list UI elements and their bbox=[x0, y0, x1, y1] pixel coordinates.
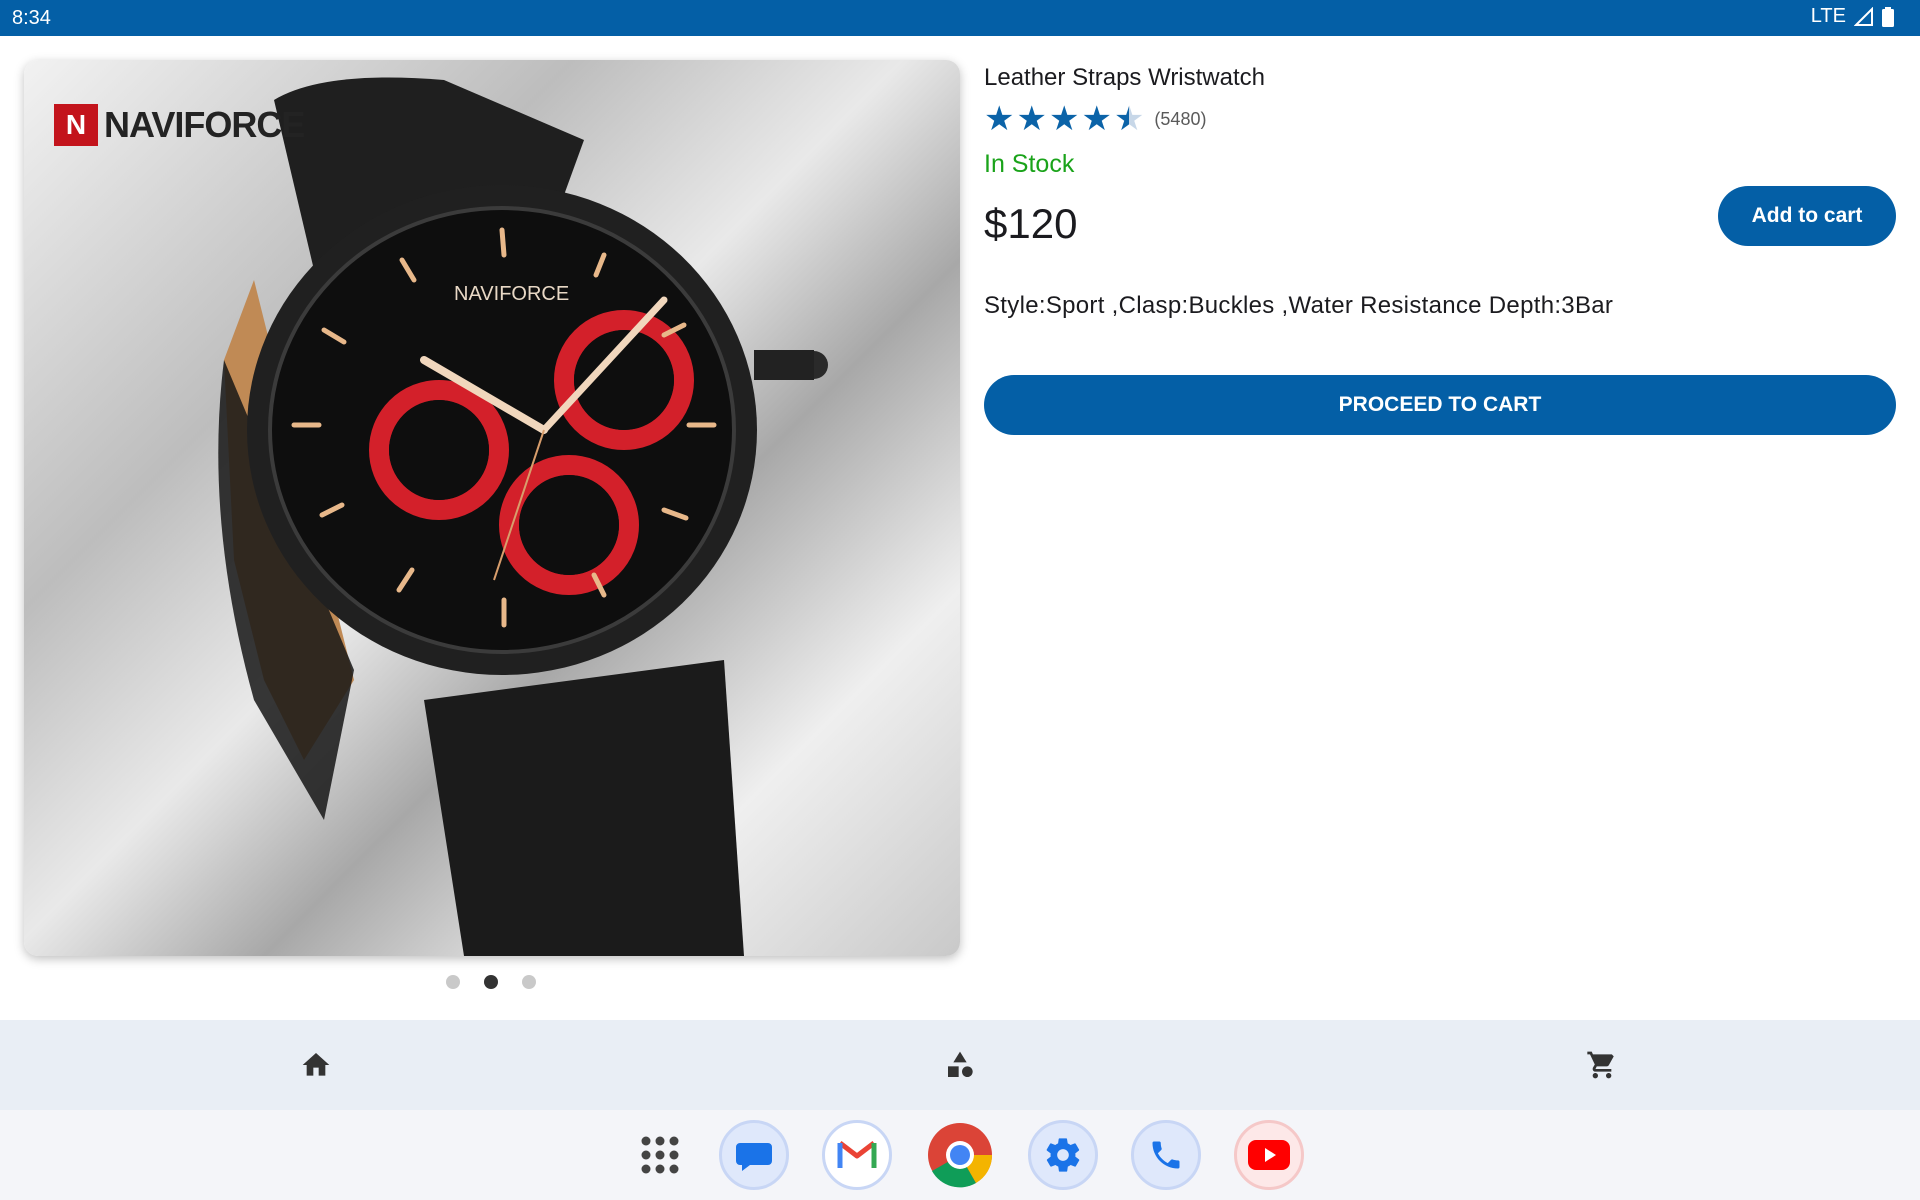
settings-app[interactable] bbox=[1028, 1120, 1098, 1190]
youtube-icon bbox=[1248, 1140, 1290, 1170]
star-icon: ★ bbox=[1016, 100, 1047, 138]
categories-icon bbox=[948, 1051, 973, 1077]
dial-brand-text: NAVIFORCE bbox=[454, 283, 569, 305]
phone-icon bbox=[1152, 1141, 1180, 1169]
app-dock bbox=[0, 1110, 1920, 1200]
app-drawer-button[interactable] bbox=[625, 1120, 695, 1190]
signal-icon bbox=[1854, 6, 1873, 26]
rating: ★★★★★ (5480) bbox=[984, 102, 1206, 136]
nav-cart[interactable] bbox=[1582, 1045, 1622, 1085]
chrome-icon bbox=[928, 1123, 993, 1188]
battery-icon bbox=[1882, 6, 1894, 27]
add-to-cart-button[interactable]: Add to cart bbox=[1718, 186, 1896, 246]
carousel-dot[interactable] bbox=[522, 975, 536, 989]
bottom-navigation bbox=[0, 1020, 1920, 1110]
status-icons: LTE bbox=[1811, 5, 1894, 28]
network-type: LTE bbox=[1810, 5, 1846, 27]
app-drawer-icon bbox=[641, 1136, 679, 1174]
chrome-app[interactable] bbox=[925, 1120, 995, 1190]
product-description: Style:Sport ,Clasp:Buckles ,Water Resist… bbox=[984, 292, 1614, 319]
star-icon: ★ bbox=[1048, 100, 1080, 138]
phone-app[interactable] bbox=[1131, 1120, 1201, 1190]
gmail-icon bbox=[837, 1141, 877, 1168]
rating-count: (5480) bbox=[1154, 108, 1207, 129]
price: $120 bbox=[984, 200, 1078, 247]
product-title: Leather Straps Wristwatch bbox=[984, 64, 1266, 91]
settings-icon bbox=[1046, 1138, 1080, 1172]
carousel-dot[interactable] bbox=[446, 975, 460, 989]
nav-home[interactable] bbox=[296, 1045, 336, 1085]
cart-icon bbox=[1587, 1051, 1614, 1079]
rating-stars: ★★★★★ bbox=[984, 102, 1146, 136]
youtube-app[interactable] bbox=[1234, 1120, 1304, 1190]
watch-illustration: NAVIFORCE bbox=[218, 77, 828, 956]
star-icon: ★ bbox=[984, 100, 1015, 138]
brand-logo-mark: N bbox=[54, 104, 98, 146]
home-icon bbox=[302, 1053, 330, 1076]
carousel-dot[interactable] bbox=[484, 975, 498, 989]
carousel-indicator bbox=[446, 975, 536, 989]
messages-icon bbox=[736, 1143, 772, 1171]
star-icon: ★ bbox=[1113, 100, 1145, 138]
status-time: 8:34 bbox=[12, 7, 51, 29]
gmail-app[interactable] bbox=[822, 1120, 892, 1190]
product-image[interactable]: NAVIFORCE N NAVIFORCE bbox=[24, 60, 960, 956]
status-bar: 8:34 LTE bbox=[0, 0, 1920, 36]
nav-categories[interactable] bbox=[940, 1045, 980, 1085]
messages-app[interactable] bbox=[719, 1120, 789, 1190]
star-icon: ★ bbox=[1081, 100, 1112, 138]
brand-logo-text: NAVIFORCE bbox=[104, 104, 305, 145]
proceed-to-cart-button[interactable]: PROCEED TO CART bbox=[984, 375, 1896, 435]
stock-status: In Stock bbox=[984, 150, 1075, 178]
brand-logo: N NAVIFORCE bbox=[54, 104, 305, 146]
